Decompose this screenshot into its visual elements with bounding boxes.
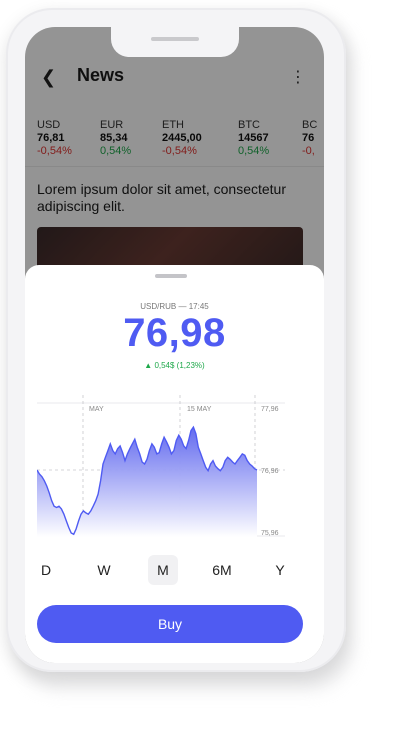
buy-button[interactable]: Buy bbox=[37, 605, 303, 643]
bottom-sheet: USD/RUB — 17:45 76,98 ▲ 0,54$ (1,23%) MA… bbox=[25, 265, 324, 663]
x-tick-label: MAY bbox=[89, 406, 104, 413]
chart-area bbox=[37, 427, 257, 537]
period-6m[interactable]: 6M bbox=[207, 555, 237, 585]
price-change: ▲ 0,54$ (1,23%) bbox=[25, 361, 324, 370]
period-y[interactable]: Y bbox=[265, 555, 295, 585]
x-tick-label: 15 MAY bbox=[187, 406, 212, 413]
pair-time: USD/RUB — 17:45 bbox=[140, 302, 209, 311]
current-price: 76,98 bbox=[123, 311, 226, 355]
speaker bbox=[151, 37, 199, 41]
notch bbox=[111, 27, 239, 57]
phone-frame: ❮ News ⋮ USD 76,81 -0,54% EUR 85,34 0,54… bbox=[6, 8, 346, 672]
price-chart[interactable]: MAY 15 MAY 77,96 76,96 75,96 bbox=[37, 395, 297, 545]
y-tick-label: 76,96 bbox=[261, 468, 279, 475]
y-tick-label: 75,96 bbox=[261, 530, 279, 537]
triangle-up-icon: ▲ bbox=[144, 361, 153, 370]
price-change-value: 0,54$ (1,23%) bbox=[154, 361, 205, 370]
period-selector: D W M 6M Y bbox=[25, 555, 324, 585]
y-tick-label: 77,96 bbox=[261, 406, 279, 413]
screen: ❮ News ⋮ USD 76,81 -0,54% EUR 85,34 0,54… bbox=[25, 27, 324, 663]
period-w[interactable]: W bbox=[89, 555, 119, 585]
drag-handle[interactable] bbox=[155, 274, 187, 278]
period-m[interactable]: M bbox=[148, 555, 178, 585]
period-d[interactable]: D bbox=[31, 555, 61, 585]
